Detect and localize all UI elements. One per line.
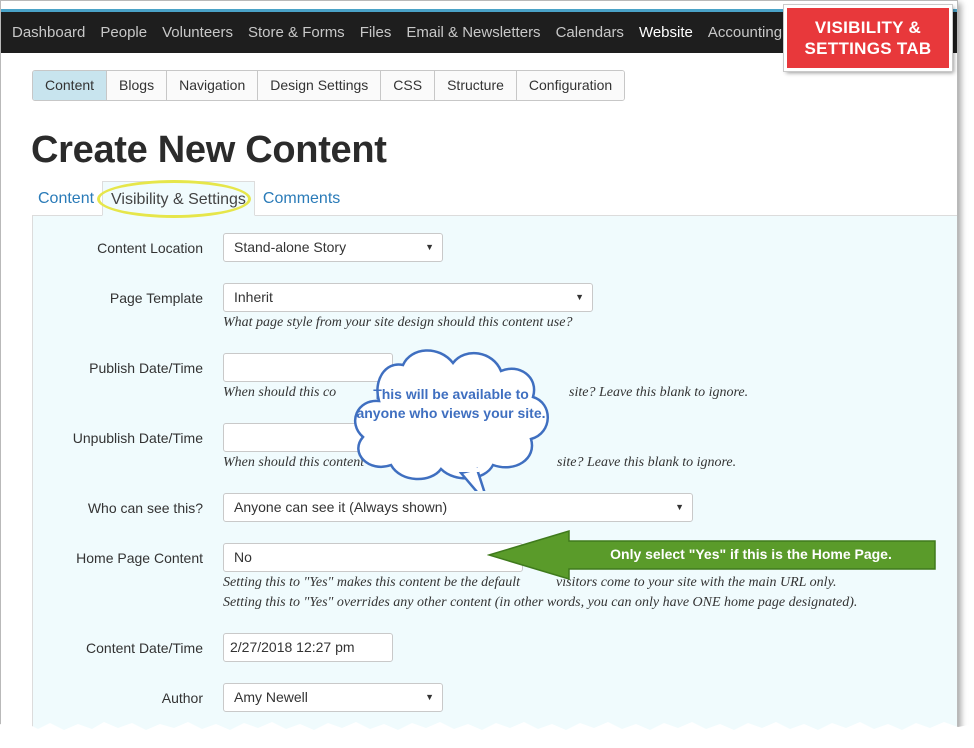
subnav-structure[interactable]: Structure bbox=[435, 71, 517, 100]
nav-store-forms[interactable]: Store & Forms bbox=[241, 24, 353, 41]
home-page-value: No bbox=[234, 549, 252, 565]
visibility-settings-callout: VISIBILITY & SETTINGS TAB bbox=[784, 5, 952, 71]
callout-line-1: VISIBILITY & bbox=[814, 18, 922, 37]
nav-website[interactable]: Website bbox=[631, 24, 700, 41]
home-page-help-2: Setting this to "Yes" overrides any othe… bbox=[223, 595, 858, 610]
page-title: Create New Content bbox=[31, 129, 387, 171]
home-page-help-start: Setting this to "Yes" makes this content… bbox=[223, 575, 521, 590]
subnav-css[interactable]: CSS bbox=[381, 71, 436, 100]
website-subnav: Content Blogs Navigation Design Settings… bbox=[32, 70, 626, 101]
subnav-design-settings[interactable]: Design Settings bbox=[258, 71, 382, 100]
arrow-note: Only select "Yes" if this is the Home Pa… bbox=[610, 546, 892, 562]
home-page-select[interactable]: No bbox=[223, 543, 523, 572]
tab-comments[interactable]: Comments bbox=[257, 181, 346, 216]
unpublish-help-end: site? Leave this blank to ignore. bbox=[557, 455, 737, 470]
cloud-note: This will be available to anyone who vie… bbox=[356, 386, 546, 421]
who-can-see-value: Anyone can see it (Always shown) bbox=[234, 499, 448, 515]
author-value: Amy Newell bbox=[234, 689, 308, 705]
content-location-label: Content Location bbox=[97, 240, 203, 256]
page-template-label: Page Template bbox=[109, 290, 203, 306]
callout-line-2: SETTINGS TAB bbox=[804, 39, 932, 58]
chevron-down-icon: ▼ bbox=[575, 292, 584, 302]
home-page-label: Home Page Content bbox=[76, 550, 203, 566]
page-template-select[interactable]: Inherit ▼ bbox=[223, 283, 593, 312]
content-tabs: Content Visibility & Settings Comments bbox=[32, 181, 346, 216]
content-date-input[interactable]: 2/27/2018 12:27 pm bbox=[223, 633, 393, 662]
publish-help-start: When should this co bbox=[223, 385, 337, 400]
tab-visibility-settings[interactable]: Visibility & Settings bbox=[102, 181, 255, 216]
subnav-blogs[interactable]: Blogs bbox=[107, 71, 168, 100]
screenshot-frame: Dashboard People Volunteers Store & Form… bbox=[0, 0, 958, 735]
nav-volunteers[interactable]: Volunteers bbox=[155, 24, 241, 41]
tab-content[interactable]: Content bbox=[32, 181, 100, 216]
nav-email-newsletters[interactable]: Email & Newsletters bbox=[399, 24, 548, 41]
page-template-help: What page style from your site design sh… bbox=[223, 315, 573, 330]
nav-files[interactable]: Files bbox=[352, 24, 399, 41]
nav-calendars[interactable]: Calendars bbox=[548, 24, 631, 41]
chevron-down-icon: ▼ bbox=[425, 692, 434, 702]
nav-people[interactable]: People bbox=[93, 24, 155, 41]
subnav-navigation[interactable]: Navigation bbox=[167, 71, 259, 100]
publish-help-end: site? Leave this blank to ignore. bbox=[569, 385, 749, 400]
who-can-see-select[interactable]: Anyone can see it (Always shown) ▼ bbox=[223, 493, 693, 522]
author-select[interactable]: Amy Newell ▼ bbox=[223, 683, 443, 712]
who-can-see-label: Who can see this? bbox=[87, 500, 203, 516]
publish-date-label: Publish Date/Time bbox=[89, 360, 203, 376]
content-date-label: Content Date/Time bbox=[86, 640, 203, 656]
torn-edge bbox=[0, 722, 974, 748]
subnav-configuration[interactable]: Configuration bbox=[516, 71, 625, 100]
nav-accounting[interactable]: Accounting bbox=[700, 24, 789, 41]
unpublish-date-label: Unpublish Date/Time bbox=[72, 430, 203, 446]
chevron-down-icon: ▼ bbox=[675, 502, 684, 512]
content-location-value: Stand-alone Story bbox=[234, 239, 347, 255]
author-label: Author bbox=[161, 690, 203, 706]
chevron-down-icon: ▼ bbox=[425, 242, 434, 252]
page-template-value: Inherit bbox=[234, 289, 273, 305]
nav-dashboard[interactable]: Dashboard bbox=[1, 24, 93, 41]
subnav-content[interactable]: Content bbox=[33, 71, 108, 100]
content-location-select[interactable]: Stand-alone Story ▼ bbox=[223, 233, 443, 262]
